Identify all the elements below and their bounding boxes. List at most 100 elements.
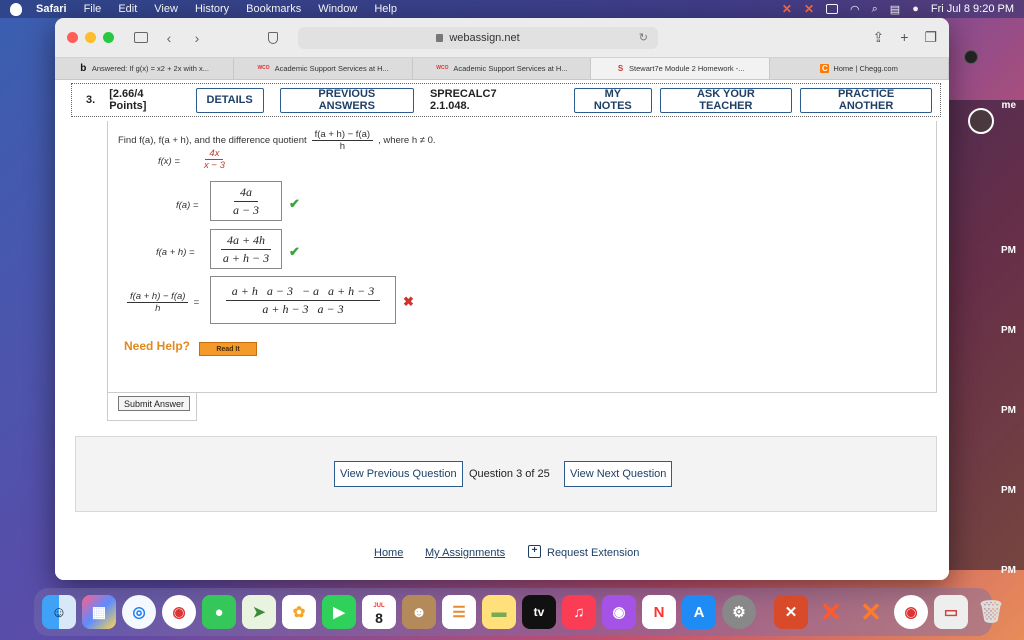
facetime-icon[interactable]: ▶ bbox=[322, 595, 356, 629]
privacy-shield-icon[interactable] bbox=[268, 31, 278, 44]
chrome-dock-icon-2[interactable]: ◉ bbox=[894, 595, 928, 629]
question-prompt: Find f(a), f(a + h), and the difference … bbox=[118, 129, 436, 152]
apple-tv-icon[interactable]: tv bbox=[522, 595, 556, 629]
webassign-icon: S bbox=[617, 64, 624, 73]
dq-answer-numerator: a + h a − 3 − a a + h − 3 bbox=[225, 284, 381, 301]
fah-answer-box[interactable]: 4a + 4h a + h − 3 bbox=[210, 229, 282, 269]
address-bar[interactable]: webassign.net ↻ bbox=[298, 26, 658, 49]
notes-icon[interactable]: ▬ bbox=[482, 595, 516, 629]
account-avatar[interactable] bbox=[964, 50, 978, 64]
tab-academic-support-1[interactable]: WCO Academic Support Services at H... bbox=[234, 58, 413, 79]
menu-file[interactable]: File bbox=[84, 3, 102, 15]
x-app-dock-icon[interactable]: ✕ bbox=[774, 595, 808, 629]
back-icon[interactable]: ‹ bbox=[162, 31, 176, 45]
bartleby-icon: b bbox=[80, 63, 87, 74]
battery-icon[interactable] bbox=[826, 4, 839, 14]
tab-academic-support-2[interactable]: WCO Academic Support Services at H... bbox=[413, 58, 592, 79]
launchpad-icon[interactable]: ▦ bbox=[82, 595, 116, 629]
read-it-button[interactable]: Read It bbox=[199, 342, 257, 356]
x-app-dock-icon-3[interactable]: ✕ bbox=[854, 595, 888, 629]
tab-label: Answered: If g(x) = x2 + 2x with x... bbox=[91, 64, 209, 73]
chrome-icon[interactable]: ◉ bbox=[162, 595, 196, 629]
ask-your-teacher-button[interactable]: ASK YOUR TEACHER bbox=[659, 87, 793, 113]
wifi-icon[interactable]: ◠ bbox=[850, 3, 860, 16]
apple-icon[interactable] bbox=[10, 2, 22, 16]
wco-icon: WCO bbox=[257, 65, 270, 71]
my-assignments-link[interactable]: My Assignments bbox=[425, 547, 505, 559]
share-icon[interactable]: ⇪ bbox=[873, 29, 885, 46]
menu-edit[interactable]: Edit bbox=[118, 3, 137, 15]
close-window-icon[interactable] bbox=[67, 32, 78, 43]
reminders-icon[interactable]: ☰ bbox=[442, 595, 476, 629]
window-controls bbox=[67, 32, 114, 43]
question-code: SPRECALC7 2.1.048. bbox=[429, 88, 497, 112]
dq-answer-box[interactable]: a + h a − 3 − a a + h − 3 a + h − 3 a − … bbox=[210, 276, 396, 324]
fah-numerator: 4a + 4h bbox=[220, 233, 272, 250]
news-icon[interactable]: N bbox=[642, 595, 676, 629]
fa-denominator: a − 3 bbox=[232, 202, 260, 217]
fa-answer-box[interactable]: 4a a − 3 bbox=[210, 181, 282, 221]
menu-bar: Safari File Edit View History Bookmarks … bbox=[0, 0, 1024, 18]
x-app-icon-2[interactable]: ✕ bbox=[804, 2, 814, 16]
document-preview-icon[interactable]: ▭ bbox=[934, 595, 968, 629]
messages-icon[interactable]: ● bbox=[202, 595, 236, 629]
my-notes-button[interactable]: MY NOTES bbox=[574, 87, 652, 113]
question-number: 3. bbox=[86, 94, 96, 106]
sidebar-toggle-icon[interactable] bbox=[134, 32, 148, 43]
profile-avatar[interactable] bbox=[968, 108, 994, 134]
system-preferences-icon[interactable]: ⚙ bbox=[722, 595, 756, 629]
reload-icon[interactable]: ↻ bbox=[639, 31, 648, 44]
spotlight-icon[interactable]: ⌕ bbox=[872, 3, 878, 16]
app-store-icon[interactable]: A bbox=[682, 595, 716, 629]
submit-answer-button[interactable]: Submit Answer bbox=[118, 396, 191, 411]
menu-app-name[interactable]: Safari bbox=[36, 3, 67, 15]
finder-icon[interactable]: ☺ bbox=[42, 595, 76, 629]
minimize-window-icon[interactable] bbox=[85, 32, 96, 43]
request-extension-icon[interactable]: + bbox=[528, 545, 541, 558]
menu-view[interactable]: View bbox=[154, 3, 178, 15]
x-app-dock-icon-2[interactable]: ✕ bbox=[814, 595, 848, 629]
fx-denominator: x − 3 bbox=[204, 160, 225, 171]
view-next-question-button[interactable]: View Next Question bbox=[564, 461, 673, 487]
previous-answers-button[interactable]: PREVIOUS ANSWERS bbox=[279, 87, 414, 113]
photos-icon[interactable]: ✿ bbox=[282, 595, 316, 629]
desktop-label: PM bbox=[1001, 565, 1016, 576]
tab-overview-icon[interactable]: ❐ bbox=[924, 29, 937, 46]
lock-icon bbox=[436, 33, 444, 42]
home-link[interactable]: Home bbox=[374, 547, 403, 559]
forward-icon[interactable]: › bbox=[190, 31, 204, 45]
fx-numerator: 4x bbox=[205, 148, 224, 160]
music-icon[interactable]: ♫ bbox=[562, 595, 596, 629]
request-extension-link[interactable]: Request Extension bbox=[547, 547, 639, 559]
tab-answered[interactable]: b Answered: If g(x) = x2 + 2x with x... bbox=[55, 58, 234, 79]
tab-stewart-homework[interactable]: S Stewart7e Module 2 Homework -... bbox=[591, 58, 771, 79]
calendar-icon[interactable]: JUL 8 bbox=[362, 595, 396, 629]
contacts-icon[interactable]: ☻ bbox=[402, 595, 436, 629]
siri-icon[interactable]: ● bbox=[912, 3, 919, 15]
dq-denominator: h bbox=[339, 141, 345, 152]
new-tab-icon[interactable]: + bbox=[900, 29, 908, 46]
practice-another-button[interactable]: PRACTICE ANOTHER bbox=[800, 87, 932, 113]
dq-label: f(a + h) − f(a) h = bbox=[122, 291, 199, 314]
submit-area: Submit Answer bbox=[107, 393, 197, 421]
podcasts-icon[interactable]: ◉ bbox=[602, 595, 636, 629]
fa-label: f(a) = bbox=[176, 200, 199, 211]
control-center-icon[interactable]: ▤ bbox=[890, 3, 900, 16]
desktop-label: PM bbox=[1001, 245, 1016, 256]
menu-history[interactable]: History bbox=[195, 3, 229, 15]
details-button[interactable]: DETAILS bbox=[195, 87, 264, 113]
maps-icon[interactable]: ➤ bbox=[242, 595, 276, 629]
tab-chegg[interactable]: C Home | Chegg.com bbox=[770, 58, 949, 79]
safari-icon[interactable]: ◎ bbox=[122, 595, 156, 629]
menu-bookmarks[interactable]: Bookmarks bbox=[246, 3, 301, 15]
fah-label: f(a + h) = bbox=[156, 247, 195, 258]
trash-icon[interactable]: 🗑 bbox=[974, 595, 1008, 629]
menu-help[interactable]: Help bbox=[374, 3, 397, 15]
menubar-clock[interactable]: Fri Jul 8 9:20 PM bbox=[931, 3, 1014, 15]
zoom-window-icon[interactable] bbox=[103, 32, 114, 43]
view-previous-question-button[interactable]: View Previous Question bbox=[334, 461, 463, 487]
prompt-suffix: , where h ≠ 0. bbox=[378, 135, 436, 146]
x-app-icon[interactable]: ✕ bbox=[782, 2, 792, 16]
dq-answer-denominator: a + h − 3 a − 3 bbox=[262, 301, 344, 316]
menu-window[interactable]: Window bbox=[318, 3, 357, 15]
